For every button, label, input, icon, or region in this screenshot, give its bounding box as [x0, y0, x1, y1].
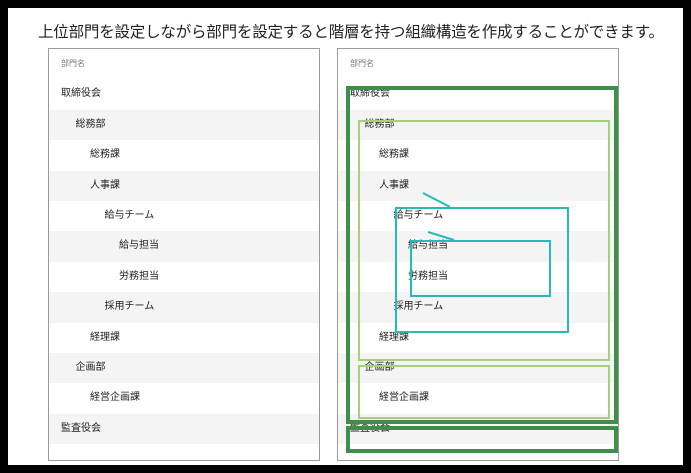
department-row[interactable]: 労務担当 — [49, 262, 319, 292]
department-row[interactable]: 取締役会 — [49, 79, 319, 109]
department-row[interactable]: 総務部 — [49, 109, 319, 141]
slide-frame: 上位部門を設定しながら部門を設定すると階層を持つ組織構造を作成することができます… — [8, 8, 683, 465]
column-header: 部門名 — [61, 59, 85, 68]
caption: 上位部門を設定しながら部門を設定すると階層を持つ組織構造を作成することができます… — [38, 23, 664, 41]
department-list-annotated: 部門名 取締役会 総務部 総務課 人事課 給与チーム 給与担当 労務担当 採用チーム 経理課 企画部… — [337, 48, 619, 461]
department-row[interactable]: 経営企画課 — [49, 383, 319, 413]
department-row[interactable]: 企画部 — [49, 353, 319, 384]
department-row[interactable]: 総務課 — [49, 140, 319, 170]
department-row[interactable]: 給与担当 — [49, 231, 319, 262]
department-row[interactable]: 給与チーム — [49, 201, 319, 231]
department-list-plain: 部門名取締役会 総務部 総務課 人事課 給与チーム 給与担当 労務担当 採用チーム 経理課 企画部… — [48, 48, 320, 461]
department-row[interactable]: 経理課 — [49, 323, 319, 353]
connector-line — [422, 192, 451, 208]
department-row[interactable]: 監査役会 — [49, 413, 319, 445]
hierarchy-connectors — [422, 192, 455, 241]
connector-line — [427, 231, 455, 241]
department-row[interactable]: 人事課 — [49, 170, 319, 201]
department-row[interactable]: 採用チーム — [49, 292, 319, 323]
